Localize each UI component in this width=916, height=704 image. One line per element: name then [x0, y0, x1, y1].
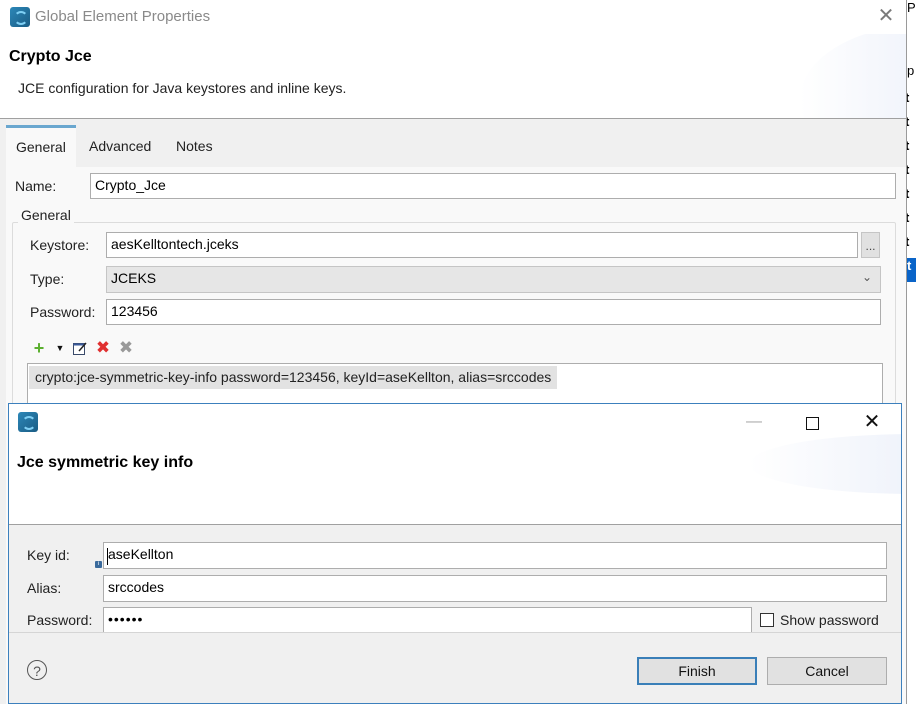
- page-title: Crypto Jce: [9, 48, 92, 65]
- keystore-label: Keystore:: [30, 237, 90, 253]
- footer-divider: [9, 632, 901, 633]
- key-id-input[interactable]: aseKellton: [103, 542, 887, 569]
- dialog-title: Jce symmetric key info: [17, 454, 194, 471]
- type-select[interactable]: JCEKS ⌄: [106, 266, 881, 293]
- finish-button[interactable]: Finish: [637, 657, 757, 685]
- background-window-strip: P p t t t t t t t t: [907, 0, 916, 704]
- banner-swoosh-decoration: [800, 34, 906, 118]
- strip-text: P: [907, 0, 916, 15]
- minimize-icon[interactable]: —: [742, 410, 766, 434]
- alias-label: Alias:: [27, 580, 62, 596]
- outer-window-title: Global Element Properties: [35, 8, 211, 25]
- outer-header-banner: [0, 34, 906, 119]
- edit-icon[interactable]: [72, 340, 88, 356]
- tab-general[interactable]: General: [6, 125, 76, 167]
- delete-icon[interactable]: ✖: [95, 339, 111, 356]
- text-caret: [107, 548, 108, 565]
- help-icon[interactable]: ?: [27, 660, 47, 680]
- keystore-input[interactable]: aesKelltontech.jceks: [106, 232, 858, 258]
- delete-all-icon[interactable]: ✖: [118, 339, 134, 356]
- close-icon[interactable]: ✕: [876, 6, 896, 26]
- strip-selected-row: t: [907, 258, 916, 282]
- key-id-label: Key id:: [27, 547, 70, 563]
- strip-text: t: [907, 186, 910, 201]
- strip-text: t: [907, 234, 910, 249]
- show-password-checkbox[interactable]: [760, 613, 774, 627]
- close-icon[interactable]: ✕: [860, 410, 884, 434]
- add-icon[interactable]: +: [31, 339, 47, 357]
- dropdown-arrow-icon[interactable]: ▼: [52, 340, 68, 356]
- strip-text: t: [907, 138, 910, 153]
- tab-notes[interactable]: Notes: [166, 125, 223, 167]
- strip-text: t: [907, 210, 910, 225]
- app-logo-icon: [10, 7, 30, 27]
- strip-text: p: [907, 63, 915, 78]
- cancel-button[interactable]: Cancel: [767, 657, 887, 685]
- browse-keystore-button[interactable]: ...: [861, 232, 880, 258]
- info-icon: i: [95, 561, 102, 568]
- keystore-password-input[interactable]: 123456: [106, 299, 881, 325]
- general-group-label: General: [18, 207, 74, 223]
- page-description: JCE configuration for Java keystores and…: [18, 80, 347, 96]
- password-label: Password:: [27, 612, 93, 628]
- tab-advanced[interactable]: Advanced: [79, 125, 161, 167]
- chevron-down-icon: ⌄: [861, 270, 872, 284]
- type-label: Type:: [30, 271, 65, 287]
- strip-text: t: [907, 90, 910, 105]
- tab-bar: General Advanced Notes: [6, 125, 906, 167]
- type-select-value: JCEKS: [111, 270, 157, 286]
- app-logo-icon: [18, 412, 38, 432]
- alias-input[interactable]: srccodes: [103, 575, 887, 602]
- strip-text: t: [907, 114, 910, 129]
- list-item[interactable]: crypto:jce-symmetric-key-info password=1…: [29, 366, 558, 389]
- password-label: Password:: [30, 304, 96, 320]
- show-password-label[interactable]: Show password: [780, 612, 879, 628]
- name-input[interactable]: Crypto_Jce: [90, 173, 896, 199]
- strip-text: t: [907, 162, 910, 177]
- name-label: Name:: [15, 178, 57, 194]
- banner-swoosh-decoration: [749, 434, 901, 494]
- key-password-input[interactable]: ••••••: [103, 607, 752, 633]
- maximize-icon[interactable]: [800, 410, 824, 434]
